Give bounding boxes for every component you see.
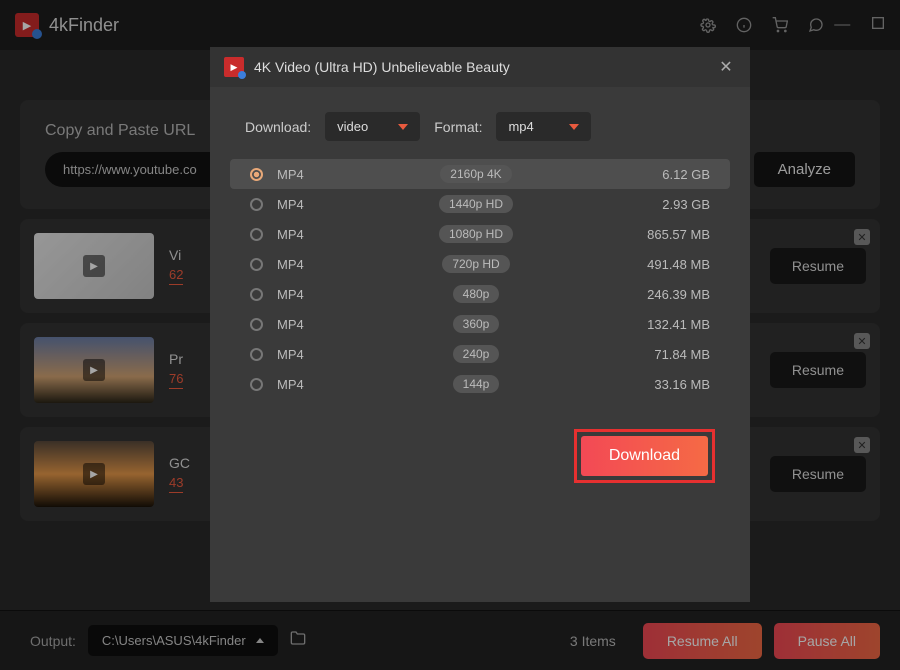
- format-size: 33.16 MB: [575, 377, 710, 392]
- format-resolution: 360p: [453, 315, 500, 333]
- modal-controls: Download: video Format: mp4: [210, 87, 750, 159]
- format-resolution: 144p: [453, 375, 500, 393]
- modal-header: 4K Video (Ultra HD) Unbelievable Beauty …: [210, 47, 750, 87]
- radio-icon: [250, 228, 263, 241]
- format-resolution: 720p HD: [442, 255, 509, 273]
- download-modal: 4K Video (Ultra HD) Unbelievable Beauty …: [210, 47, 750, 602]
- format-resolution: 1080p HD: [439, 225, 513, 243]
- format-name: MP4: [277, 377, 377, 392]
- chevron-down-icon: [569, 124, 579, 130]
- format-row[interactable]: MP4 1440p HD 2.93 GB: [230, 189, 730, 219]
- format-row[interactable]: MP4 1080p HD 865.57 MB: [230, 219, 730, 249]
- download-button[interactable]: Download: [581, 436, 708, 476]
- modal-title: 4K Video (Ultra HD) Unbelievable Beauty: [254, 59, 706, 75]
- format-row[interactable]: MP4 240p 71.84 MB: [230, 339, 730, 369]
- format-size: 132.41 MB: [575, 317, 710, 332]
- format-resolution: 480p: [453, 285, 500, 303]
- format-resolution: 2160p 4K: [440, 165, 511, 183]
- format-row[interactable]: MP4 360p 132.41 MB: [230, 309, 730, 339]
- format-row[interactable]: MP4 144p 33.16 MB: [230, 369, 730, 399]
- format-size: 865.57 MB: [575, 227, 710, 242]
- format-size: 2.93 GB: [575, 197, 710, 212]
- format-resolution: 1440p HD: [439, 195, 513, 213]
- format-value: mp4: [508, 119, 533, 134]
- download-type-select[interactable]: video: [325, 112, 420, 141]
- format-size: 246.39 MB: [575, 287, 710, 302]
- format-row[interactable]: MP4 720p HD 491.48 MB: [230, 249, 730, 279]
- format-name: MP4: [277, 347, 377, 362]
- radio-icon: [250, 198, 263, 211]
- radio-icon: [250, 378, 263, 391]
- format-select[interactable]: mp4: [496, 112, 591, 141]
- format-name: MP4: [277, 257, 377, 272]
- format-name: MP4: [277, 227, 377, 242]
- modal-logo-icon: [224, 57, 244, 77]
- chevron-down-icon: [398, 124, 408, 130]
- modal-close-icon[interactable]: ✕: [716, 57, 736, 77]
- format-row[interactable]: MP4 2160p 4K 6.12 GB: [230, 159, 730, 189]
- format-size: 71.84 MB: [575, 347, 710, 362]
- format-row[interactable]: MP4 480p 246.39 MB: [230, 279, 730, 309]
- download-type-value: video: [337, 119, 368, 134]
- format-size: 491.48 MB: [575, 257, 710, 272]
- format-name: MP4: [277, 167, 377, 182]
- radio-icon: [250, 168, 263, 181]
- format-label: Format:: [434, 119, 482, 135]
- download-button-highlight: Download: [574, 429, 715, 483]
- format-name: MP4: [277, 287, 377, 302]
- format-list: MP4 2160p 4K 6.12 GB MP4 1440p HD 2.93 G…: [210, 159, 750, 399]
- download-type-label: Download:: [245, 119, 311, 135]
- format-name: MP4: [277, 197, 377, 212]
- format-size: 6.12 GB: [575, 167, 710, 182]
- format-name: MP4: [277, 317, 377, 332]
- radio-icon: [250, 288, 263, 301]
- format-resolution: 240p: [453, 345, 500, 363]
- radio-icon: [250, 258, 263, 271]
- radio-icon: [250, 348, 263, 361]
- radio-icon: [250, 318, 263, 331]
